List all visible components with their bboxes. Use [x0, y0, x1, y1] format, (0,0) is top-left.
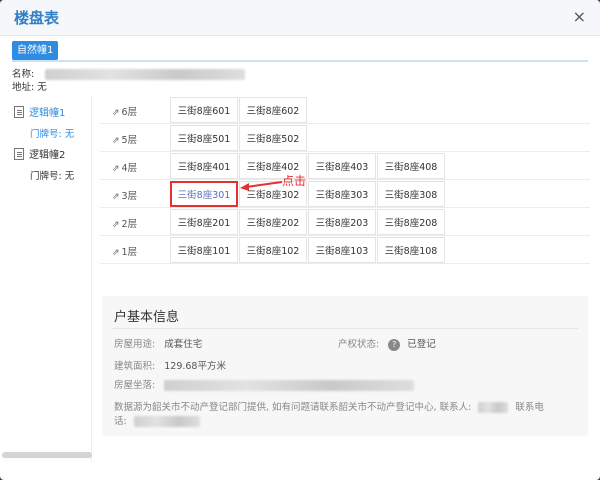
- unit-cell[interactable]: 三街8座102: [239, 237, 307, 263]
- sidebar-item-logical-building-1[interactable]: 逻辑幢1: [14, 104, 65, 119]
- area-label: 建筑面积:: [114, 361, 156, 372]
- usage-row: 房屋用途: 成套住宅: [114, 336, 202, 350]
- address-value: 无: [37, 82, 47, 93]
- sidebar-item-label: 逻辑幢2: [29, 150, 66, 161]
- unit-cell[interactable]: 三街8座201: [170, 209, 238, 235]
- phone-label-cont: 话:: [114, 416, 127, 427]
- floor-label: ⇗ 1层: [112, 244, 137, 258]
- building-meta: 名称: 地址: 无: [12, 68, 246, 94]
- floor-plan-dialog: 楼盘表 × 自然幢1 名称: 地址: 无 逻辑幢1 门牌号: 无 逻辑幢2 门牌…: [0, 0, 600, 480]
- floor-row: ⇗ 6层 三街8座601 三街8座602: [100, 96, 590, 124]
- phone-label: 联系电: [515, 402, 544, 413]
- sidebar-door-number: 门牌号: 无: [30, 171, 75, 182]
- tab-underline: [12, 60, 588, 62]
- sidebar-item-label: 逻辑幢1: [29, 108, 66, 119]
- floor-label-text: 5层: [121, 135, 138, 146]
- address-label: 地址:: [12, 82, 35, 93]
- unit-cell[interactable]: 三街8座101: [170, 237, 238, 263]
- unit-info-panel: 户基本信息 房屋用途: 成套住宅 产权状态: ? 已登记 建筑面积: 129.6…: [102, 296, 588, 436]
- floor-label: ⇗ 5层: [112, 132, 137, 146]
- sidebar-item-logical-building-2[interactable]: 逻辑幢2: [14, 146, 65, 161]
- unit-cell[interactable]: 三街8座108: [377, 237, 445, 263]
- floor-row: ⇗ 2层 三街8座201 三街8座202 三街8座203 三街8座208: [100, 208, 590, 236]
- floor-row: ⇗ 4层 三街8座401 三街8座402 三街8座403 三街8座408: [100, 152, 590, 180]
- info-heading: 户基本信息: [114, 310, 180, 325]
- stairs-icon: ⇗: [112, 220, 120, 230]
- unit-cell[interactable]: 三街8座208: [377, 209, 445, 235]
- floor-label-text: 2层: [121, 219, 138, 230]
- unit-cell[interactable]: 三街8座602: [239, 97, 307, 123]
- floor-row: ⇗ 3层 三街8座301 三街8座302 三街8座303 三街8座308: [100, 180, 590, 208]
- unit-cell[interactable]: 三街8座408: [377, 153, 445, 179]
- status-row: 产权状态: ? 已登记: [338, 336, 436, 351]
- stairs-icon: ⇗: [112, 192, 120, 202]
- dialog-title: 楼盘表: [14, 9, 60, 27]
- sidebar-door-number: 门牌号: 无: [30, 129, 75, 140]
- status-value: 已登记: [407, 339, 436, 350]
- source-note: 数据源为韶关市不动产登记部门提供, 如有问题请联系韶关市不动产登记中心, 联系人…: [114, 401, 574, 429]
- usage-value: 成套住宅: [164, 339, 203, 350]
- floor-label-text: 4层: [121, 163, 138, 174]
- redacted-location: [164, 380, 415, 391]
- location-label: 房屋坐落:: [114, 380, 156, 391]
- stairs-icon: ⇗: [112, 136, 120, 146]
- area-value: 129.68平方米: [164, 361, 226, 372]
- usage-label: 房屋用途:: [114, 339, 156, 350]
- floor-label: ⇗ 6层: [112, 104, 137, 118]
- dialog-titlebar: 楼盘表 ×: [0, 0, 600, 36]
- question-icon[interactable]: ?: [388, 338, 401, 351]
- sidebar: 逻辑幢1 门牌号: 无 逻辑幢2 门牌号: 无: [0, 96, 92, 462]
- stairs-icon: ⇗: [112, 248, 120, 258]
- document-icon: [14, 147, 24, 160]
- click-annotation: 点击: [282, 174, 307, 188]
- stairs-icon: ⇗: [112, 164, 120, 174]
- unit-cell[interactable]: 三街8座501: [170, 125, 238, 151]
- floor-row: ⇗ 1层 三街8座101 三街8座102 三街8座103 三街8座108: [100, 236, 590, 264]
- area-row: 建筑面积: 129.68平方米: [114, 358, 226, 372]
- stairs-icon: ⇗: [112, 108, 120, 118]
- unit-cell[interactable]: 三街8座403: [308, 153, 376, 179]
- redacted-contact: [478, 402, 509, 413]
- unit-cell[interactable]: 三街8座203: [308, 209, 376, 235]
- unit-cell[interactable]: 三街8座202: [239, 209, 307, 235]
- location-row: 房屋坐落:: [114, 377, 415, 391]
- unit-cell[interactable]: 三街8座308: [377, 181, 445, 207]
- divider: [112, 328, 578, 329]
- source-note-text: 数据源为韶关市不动产登记部门提供, 如有问题请联系韶关市不动产登记中心, 联系人…: [114, 402, 472, 413]
- unit-cell[interactable]: 三街8座401: [170, 153, 238, 179]
- unit-cell[interactable]: 三街8座103: [308, 237, 376, 263]
- tab-natural-building-1[interactable]: 自然幢1: [12, 41, 59, 60]
- floor-label-text: 6层: [121, 107, 138, 118]
- floor-label: ⇗ 2层: [112, 216, 137, 230]
- close-icon[interactable]: ×: [573, 9, 586, 25]
- floor-label-text: 3层: [121, 191, 138, 202]
- floor-row: ⇗ 5层 三街8座501 三街8座502: [100, 124, 590, 152]
- arrow-icon: [240, 181, 283, 191]
- floor-label: ⇗ 4层: [112, 160, 137, 174]
- unit-cell[interactable]: 三街8座502: [239, 125, 307, 151]
- name-label: 名称:: [12, 69, 35, 80]
- unit-cell[interactable]: 三街8座301: [170, 181, 238, 207]
- redacted-phone: [133, 416, 200, 427]
- floor-label: ⇗ 3层: [112, 188, 137, 202]
- unit-cell[interactable]: 三街8座303: [308, 181, 376, 207]
- unit-cell[interactable]: 三街8座601: [170, 97, 238, 123]
- redacted-name: [45, 69, 246, 80]
- status-label: 产权状态:: [338, 339, 380, 350]
- horizontal-scrollbar[interactable]: [2, 452, 92, 458]
- document-icon: [14, 105, 24, 118]
- floor-label-text: 1层: [121, 247, 138, 258]
